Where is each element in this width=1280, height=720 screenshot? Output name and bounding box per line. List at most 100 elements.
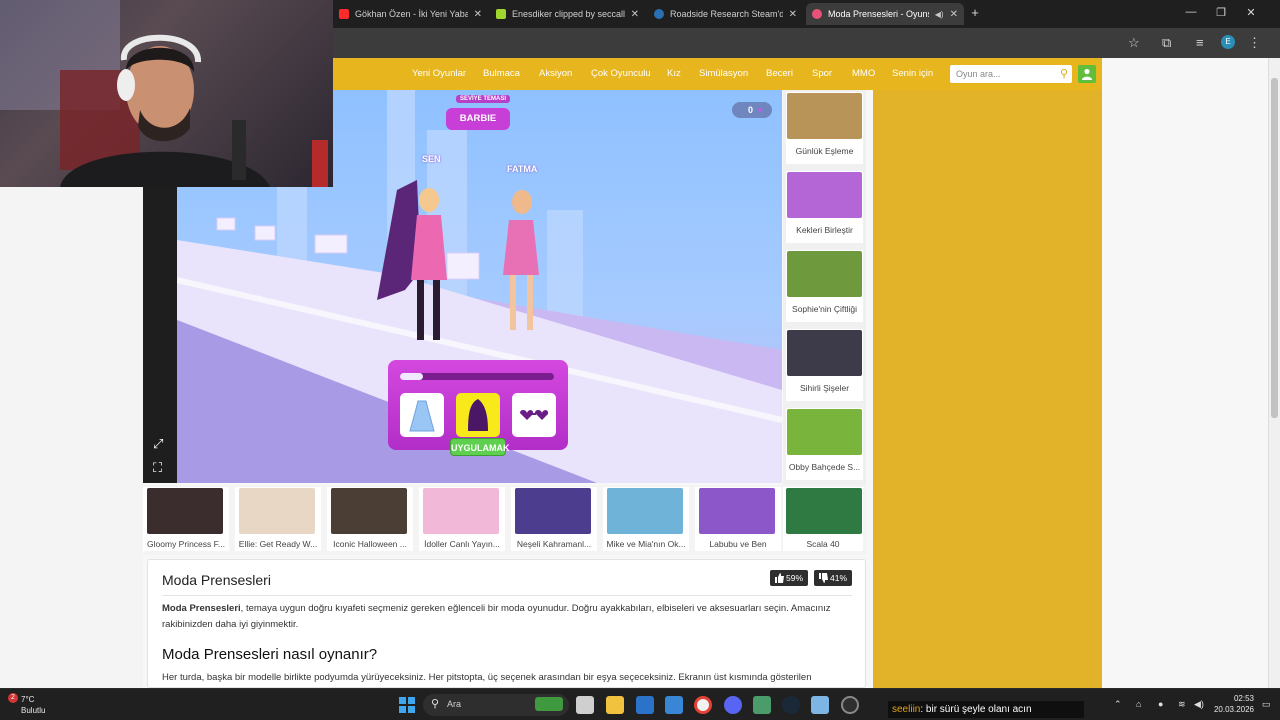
theme-badge: BARBIE: [446, 108, 510, 130]
thumbs-up-icon: [775, 573, 784, 583]
how-to-play-text: Her turda, başka bir modelle birlikte po…: [162, 672, 812, 683]
game-card[interactable]: Labubu ve Ben: [695, 487, 781, 551]
network-icon[interactable]: ⌂: [1136, 699, 1141, 709]
tab-title: Moda Prensesleri - Oyunskor: [828, 9, 929, 19]
game-card-label: Iconic Halloween ...: [333, 539, 407, 549]
game-card[interactable]: Obby Bahçede S...: [786, 408, 863, 480]
game-thumbnail: [331, 488, 407, 534]
game-card[interactable]: Neşeli Kahramanl...: [511, 487, 597, 551]
tab-title: Roadside Research Steam'de %: [670, 9, 783, 19]
tray-chevron-icon[interactable]: ⌃: [1114, 699, 1122, 710]
fullscreen-icon[interactable]: ⛶: [153, 460, 162, 476]
browser-tab[interactable]: Gökhan Özen - İki Yeni Yabancı ✕: [333, 3, 488, 25]
player-label: SEN: [422, 154, 441, 164]
game-card[interactable]: Mike ve Mia'nın Ok...: [603, 487, 689, 551]
app-icon[interactable]: [811, 696, 829, 714]
profile-avatar[interactable]: E: [1221, 35, 1235, 49]
rival-label: FATMA: [507, 164, 538, 174]
game-title: Moda Prensesleri: [162, 572, 271, 588]
description-body: , temaya uygun doğru kıyafeti seçmeniz g…: [162, 603, 831, 630]
user-account-button[interactable]: [1078, 65, 1096, 83]
taskbar-search[interactable]: ⚲ Ara: [423, 694, 569, 716]
extensions-icon[interactable]: ⧉: [1162, 35, 1171, 51]
choice-glasses[interactable]: [512, 393, 556, 437]
browser-tab[interactable]: Roadside Research Steam'de % ✕: [648, 3, 803, 25]
heart-glasses-icon: [520, 410, 549, 420]
wifi-icon[interactable]: ≋: [1178, 699, 1186, 710]
game-card[interactable]: Ellie: Get Ready W...: [235, 487, 321, 551]
how-to-play-heading: Moda Prensesleri nasıl oynanır?: [162, 646, 378, 663]
progress-fill: [400, 373, 424, 380]
nav-simulation[interactable]: Simülasyon: [699, 68, 748, 79]
cape-icon: [468, 399, 488, 431]
minimize-icon[interactable]: —: [1184, 6, 1198, 18]
game-card[interactable]: Iconic Halloween ...: [327, 487, 413, 551]
game-thumbnail: [699, 488, 775, 534]
browser-tab[interactable]: Enesdiker clipped by seccallss ✕: [490, 3, 645, 25]
discord-icon[interactable]: [724, 696, 742, 714]
choice-cape[interactable]: [456, 393, 500, 437]
close-icon[interactable]: ✕: [789, 9, 797, 20]
page-scrollbar[interactable]: [1268, 58, 1280, 688]
scrollbar-thumb[interactable]: [1271, 78, 1278, 418]
media-icon[interactable]: ≡: [1196, 35, 1204, 50]
game-card[interactable]: Kekleri Birleştir: [786, 171, 863, 243]
speaker-icon[interactable]: ◀): [935, 10, 944, 19]
game-thumbnail: [423, 488, 499, 534]
choice-dress[interactable]: [400, 393, 444, 437]
level-theme-label: SEVİYE TEMASI: [456, 95, 511, 103]
game-thumbnail: [147, 488, 223, 534]
game-card[interactable]: Scala 40: [783, 487, 863, 551]
close-icon[interactable]: ✕: [474, 9, 482, 20]
nav-sports[interactable]: Spor: [812, 68, 832, 79]
task-view-icon[interactable]: [576, 696, 594, 714]
menu-icon[interactable]: ⋮: [1248, 35, 1261, 51]
nav-new-games[interactable]: Yeni Oyunlar: [412, 68, 466, 79]
apply-button[interactable]: UYGULAMAK: [450, 438, 510, 456]
nav-skill[interactable]: Beceri: [766, 68, 793, 79]
close-window-icon[interactable]: ✕: [1244, 6, 1258, 19]
star-icon[interactable]: ☆: [1128, 35, 1140, 51]
search-icon[interactable]: ⚲: [1060, 67, 1068, 80]
nav-multiplayer[interactable]: Çok Oyunculu: [591, 68, 651, 79]
chrome-icon[interactable]: [694, 696, 712, 714]
like-button[interactable]: 59%: [770, 570, 809, 586]
browser-tab-active[interactable]: Moda Prensesleri - Oyunskor ◀) ✕: [806, 3, 964, 25]
nav-mmo[interactable]: MMO: [852, 68, 875, 79]
game-card-label: Günlük Eşleme: [795, 146, 854, 156]
new-tab-button[interactable]: +: [968, 5, 982, 20]
game-card[interactable]: Sihirli Şişeler: [786, 329, 863, 401]
heart-count: 0: [748, 105, 754, 115]
close-icon[interactable]: ✕: [950, 9, 958, 20]
close-icon[interactable]: ✕: [631, 9, 639, 20]
nav-for-you[interactable]: Senin için: [892, 68, 933, 79]
nav-girls[interactable]: Kız: [667, 68, 681, 79]
maximize-icon[interactable]: ❐: [1214, 6, 1228, 19]
game-card[interactable]: Günlük Eşleme: [786, 92, 863, 164]
mail-icon[interactable]: [665, 696, 683, 714]
expand-icon[interactable]: ⤢: [153, 436, 163, 452]
dislike-button[interactable]: 41%: [814, 570, 853, 586]
file-explorer-icon[interactable]: [606, 696, 624, 714]
steam-icon[interactable]: [782, 696, 800, 714]
game-card[interactable]: Sophie'nin Çiftliği: [786, 250, 863, 322]
game-card-label: Gloomy Princess F...: [147, 539, 225, 549]
app-icon[interactable]: [753, 696, 771, 714]
nav-action[interactable]: Aksiyon: [539, 68, 572, 79]
microphone-icon[interactable]: ●: [1158, 699, 1163, 709]
progress-bar: [400, 373, 554, 380]
page-left-margin: [0, 187, 143, 688]
clip-icon: [496, 9, 506, 19]
obs-icon[interactable]: [841, 696, 859, 714]
game-card[interactable]: Gloomy Princess F...: [143, 487, 229, 551]
store-icon[interactable]: [636, 696, 654, 714]
weather-desc: Bulutlu: [21, 706, 46, 715]
notifications-icon[interactable]: ▭: [1262, 699, 1271, 710]
nav-puzzle[interactable]: Bulmaca: [483, 68, 520, 79]
windows-start-icon[interactable]: [398, 696, 416, 714]
game-card-label: İdoller Canlı Yayın...: [424, 539, 500, 549]
search-input[interactable]: Oyun ara... ⚲: [950, 65, 1072, 83]
game-card[interactable]: İdoller Canlı Yayın...: [419, 487, 505, 551]
system-clock[interactable]: 02:53 20.03.2026: [1200, 693, 1254, 715]
weather-widget[interactable]: 7°C Bulutlu: [8, 694, 45, 716]
